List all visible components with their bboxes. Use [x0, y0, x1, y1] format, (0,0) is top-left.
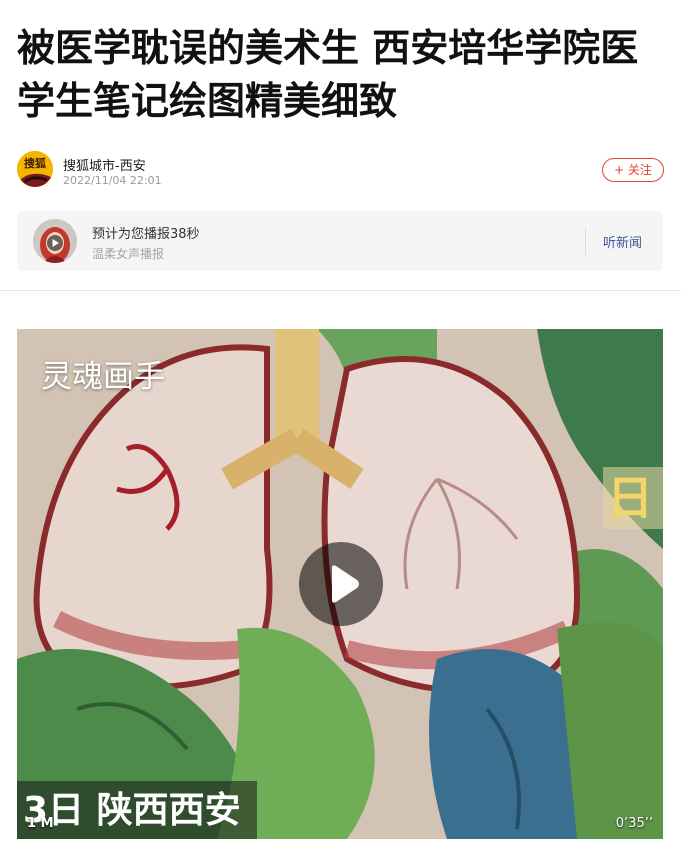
sohu-logo-text: 搜狐	[24, 156, 46, 170]
play-button[interactable]	[299, 542, 383, 626]
audio-broadcast-card[interactable]: 预计为您播报38秒 温柔女声播报 听新闻	[17, 211, 663, 271]
audio-voice-label: 温柔女声播报	[92, 247, 165, 261]
listen-news-button[interactable]: 听新闻	[603, 232, 642, 251]
author-name[interactable]: 搜狐城市-西安	[63, 155, 146, 174]
narrator-avatar[interactable]	[33, 219, 77, 263]
section-divider	[0, 290, 681, 291]
play-icon	[33, 219, 77, 263]
audio-duration-text: 预计为您播报38秒	[92, 227, 200, 242]
play-icon	[332, 565, 359, 603]
video-view-count: 1 M	[27, 816, 54, 831]
author-logo[interactable]: 搜狐	[17, 151, 53, 187]
video-player[interactable]: 灵魂画手 日 3日 陕西西安 1 M 0’35’’	[17, 329, 663, 839]
follow-button[interactable]: + 关注	[602, 158, 664, 182]
video-duration: 0’35’’	[615, 816, 653, 831]
audio-divider	[585, 227, 586, 255]
video-watermark: 灵魂画手	[41, 359, 165, 395]
sohu-logo-icon: 搜狐	[17, 151, 53, 187]
video-side-text: 日	[603, 467, 663, 529]
publish-time: 2022/11/04 22:01	[63, 174, 162, 187]
author-row: 搜狐 搜狐城市-西安 2022/11/04 22:01 + 关注	[17, 151, 667, 191]
article-title: 被医学耽误的美术生 西安培华学院医学生笔记绘图精美细致	[17, 26, 639, 123]
